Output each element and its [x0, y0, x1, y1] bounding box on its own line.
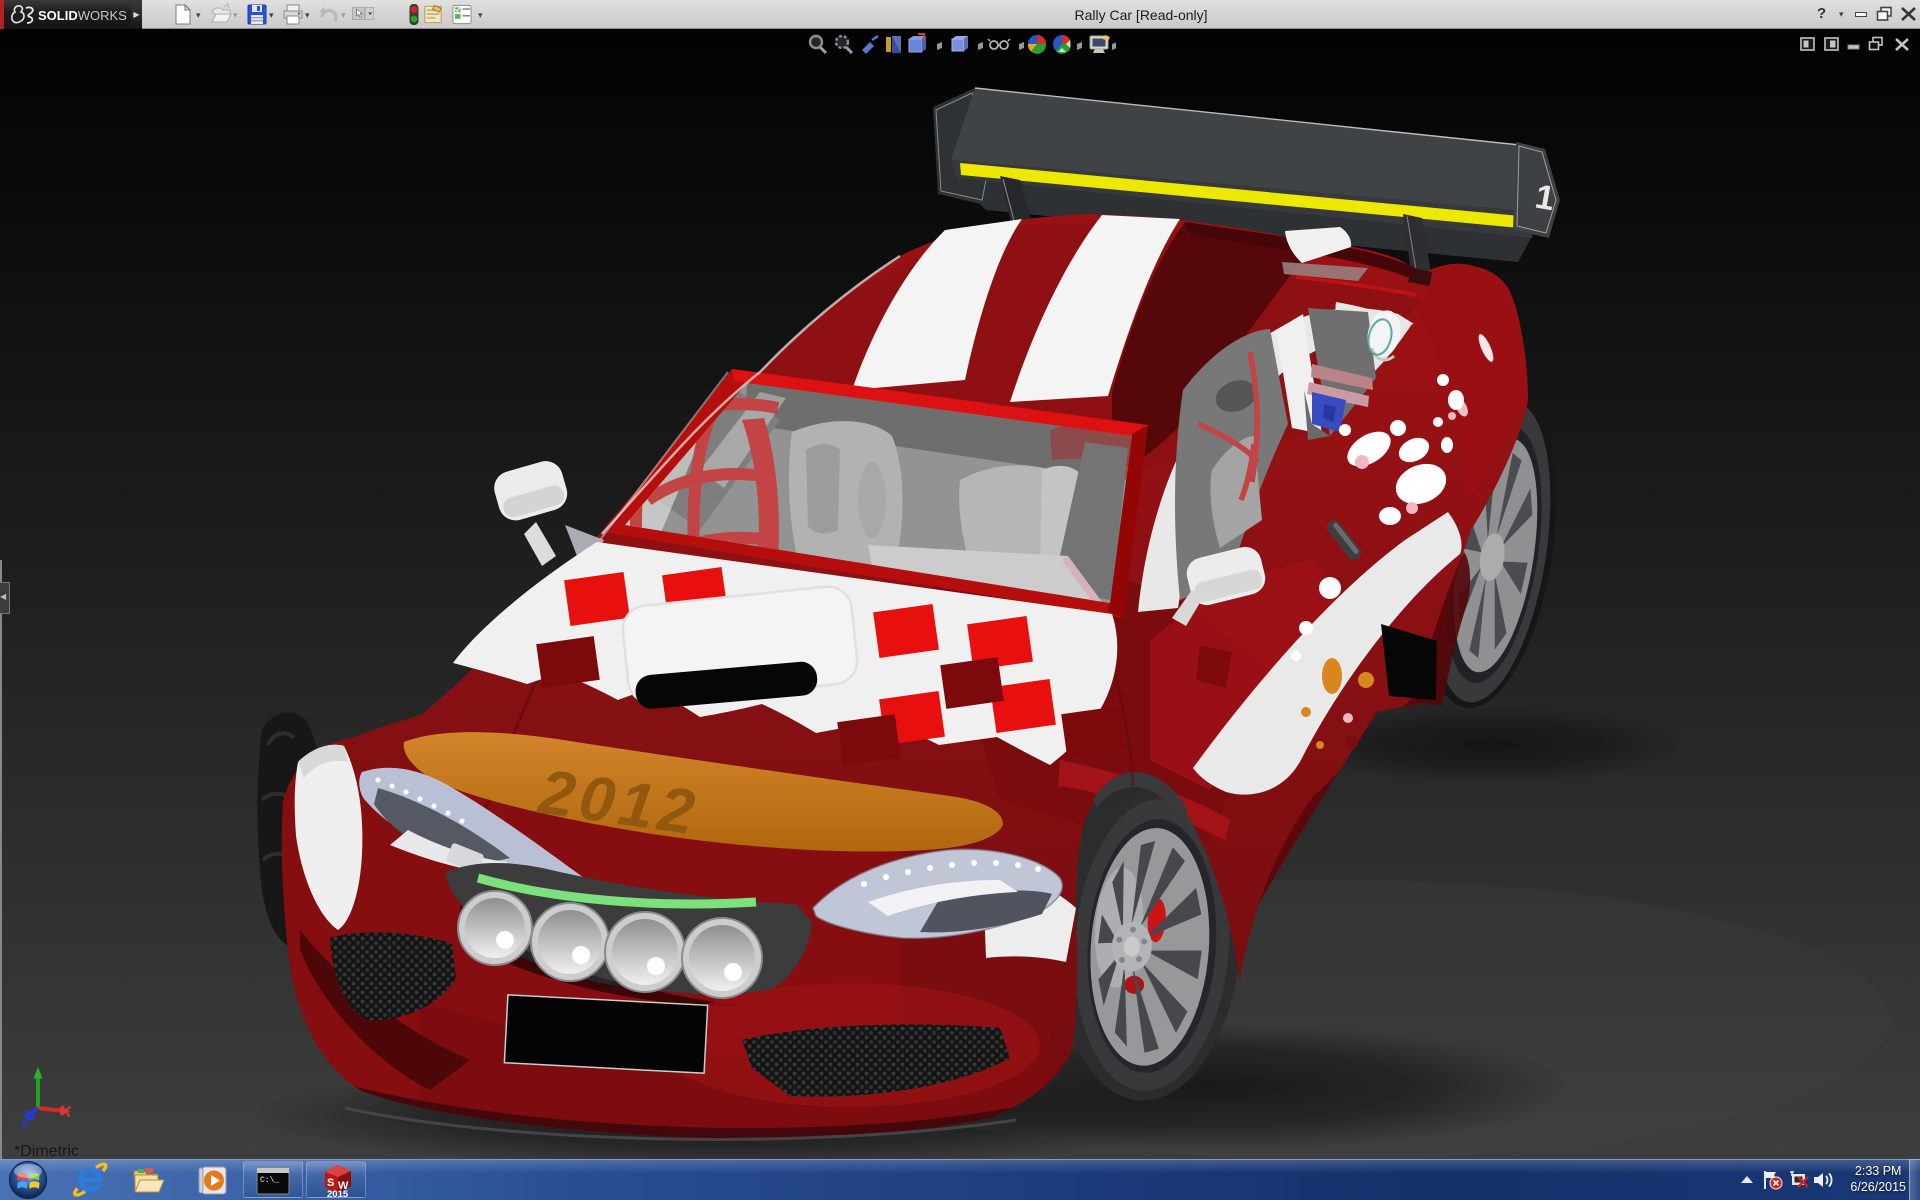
svg-text:C:\_: C:\_	[260, 1176, 279, 1185]
svg-text:S: S	[327, 1177, 334, 1189]
svg-text:2015: 2015	[327, 1189, 349, 1199]
